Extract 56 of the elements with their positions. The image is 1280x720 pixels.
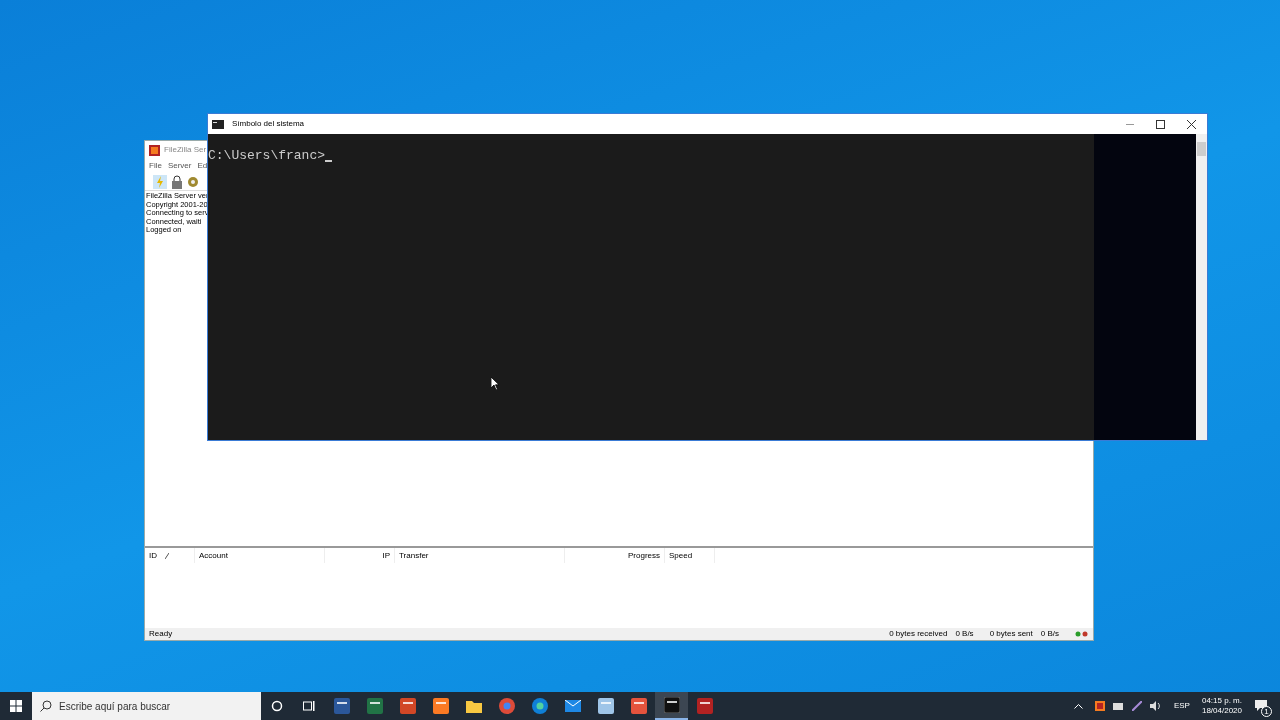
close-icon <box>1186 119 1196 129</box>
notification-count: 1 <box>1261 706 1272 717</box>
windows-stack-icon <box>303 700 315 712</box>
padlock-icon[interactable] <box>171 174 183 189</box>
browser-icon <box>498 698 515 714</box>
search-field[interactable]: Escribe aquí para buscar <box>32 692 261 720</box>
scrollbar[interactable] <box>1196 134 1207 440</box>
received-text: 0 bytes received <box>889 628 948 640</box>
app-icon[interactable] <box>1094 701 1105 711</box>
speaker-icon[interactable] <box>1149 701 1162 711</box>
mouse-pointer-icon <box>491 377 499 390</box>
chevron-up-icon[interactable] <box>1073 703 1083 709</box>
console-icon <box>663 697 680 713</box>
window-title: FileZilla Ser <box>164 144 207 156</box>
document-icon <box>333 698 350 714</box>
app-icon <box>630 698 647 714</box>
settings-icon[interactable] <box>187 175 199 188</box>
received-rate: 0 B/s <box>955 628 974 640</box>
folder-icon <box>465 699 482 713</box>
spreadsheet-icon <box>366 698 383 714</box>
slides-icon <box>399 698 416 714</box>
browser-icon <box>531 698 548 714</box>
clock[interactable]: 04:15 p. m. 18/04/2020 <box>1201 696 1242 716</box>
menu-item[interactable]: Server <box>167 160 192 172</box>
minimize-icon <box>1126 123 1134 125</box>
menu-item[interactable]: File <box>149 160 162 172</box>
maximize-icon <box>1155 119 1165 129</box>
app-icon <box>432 698 449 714</box>
battery-icon[interactable] <box>1112 702 1124 710</box>
search-icon <box>40 700 52 712</box>
menu-item[interactable]: Ed <box>197 160 208 172</box>
column-header[interactable]: Progress <box>565 548 665 563</box>
pen-icon[interactable] <box>1131 701 1142 711</box>
notes-icon <box>597 698 614 714</box>
app-icon <box>696 698 713 714</box>
circle-icon <box>271 700 283 712</box>
mail-icon <box>564 700 581 712</box>
column-header[interactable]: Account <box>195 548 325 563</box>
message-icon <box>1255 700 1267 712</box>
taskbar-app[interactable] <box>655 692 688 720</box>
notification-button[interactable]: 1 <box>1250 695 1272 717</box>
column-header[interactable]: ID <box>145 548 195 563</box>
sent-text: 0 bytes sent <box>989 628 1033 640</box>
column-header[interactable]: Transfer <box>395 548 565 563</box>
status-text: Ready <box>149 628 174 640</box>
app-icon <box>149 144 160 156</box>
console-prompt: C:\Users\franc> <box>208 147 326 165</box>
column-header[interactable]: Speed <box>665 548 715 563</box>
window-title: Símbolo del sistema <box>232 118 306 130</box>
status-lights-icon <box>1075 631 1089 637</box>
console-icon <box>212 119 224 129</box>
column-header[interactable]: IP <box>325 548 395 563</box>
windows-icon <box>10 700 22 712</box>
text-cursor <box>325 160 333 162</box>
language-indicator[interactable]: ESP <box>1173 700 1190 712</box>
sent-rate: 0 B/s <box>1040 628 1059 640</box>
